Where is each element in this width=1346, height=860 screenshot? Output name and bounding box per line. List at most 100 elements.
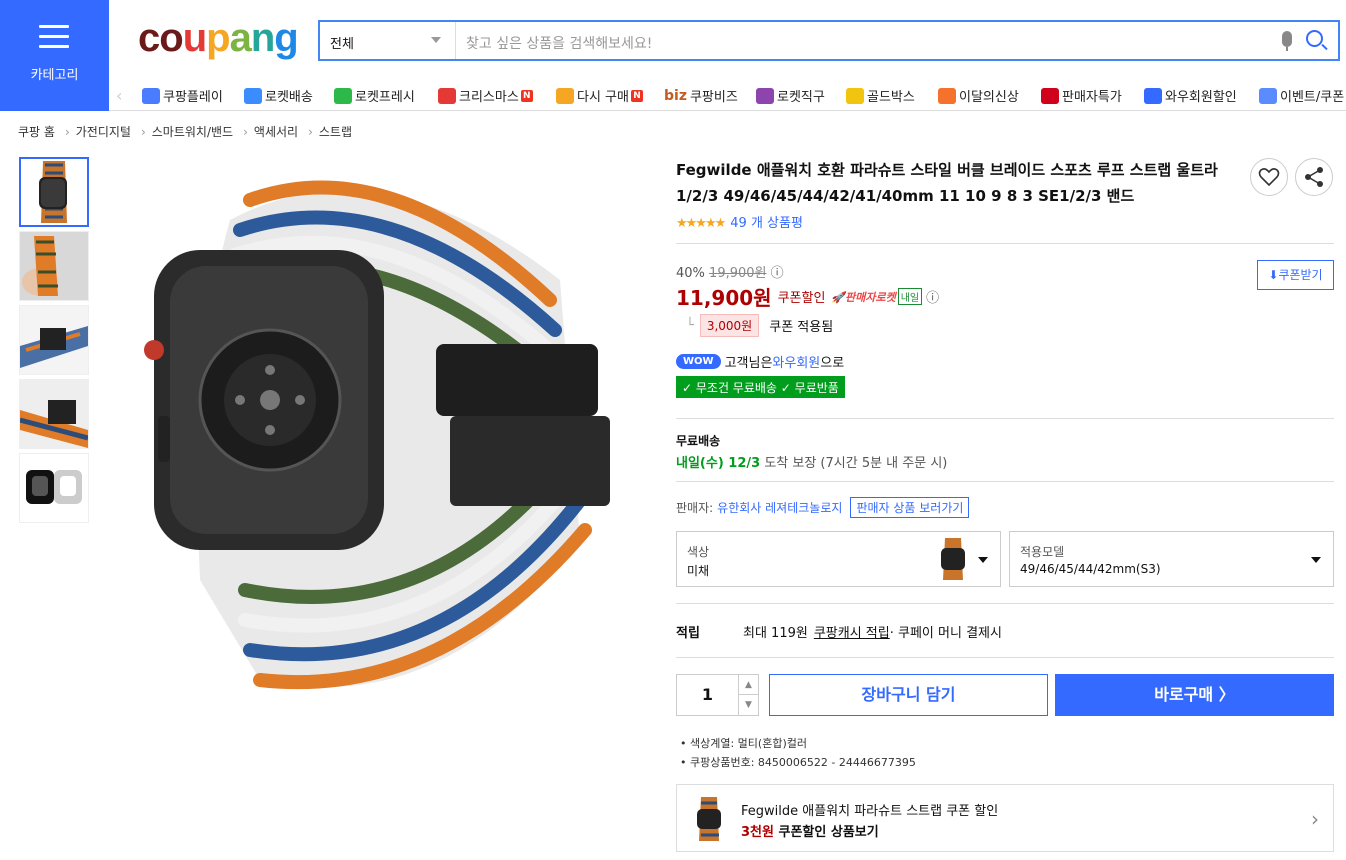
quantity-increase-button[interactable]: ▲ bbox=[738, 675, 758, 695]
rating-row[interactable]: ★★★★★ 49 개 상품평 bbox=[676, 212, 803, 231]
nav-item[interactable]: 이달의신상 bbox=[938, 86, 1019, 105]
share-button[interactable] bbox=[1295, 158, 1333, 196]
seller-row: 판매자: 유한회사 레져테크놀로지 판매자 상품 보러가기 bbox=[676, 497, 970, 518]
chevron-down-icon bbox=[431, 37, 441, 43]
rocket-icon bbox=[244, 87, 262, 104]
coupon-download-button[interactable]: ⬇쿠폰받기 bbox=[1257, 260, 1334, 290]
favorite-button[interactable] bbox=[1250, 158, 1288, 196]
thumbnail-4[interactable] bbox=[19, 379, 89, 449]
chevron-right-icon: › bbox=[140, 125, 146, 139]
add-to-cart-button[interactable]: 장바구니 담기 bbox=[769, 674, 1048, 716]
breadcrumb-item[interactable]: 쿠팡 홈 bbox=[18, 125, 55, 139]
thumbnail-5[interactable] bbox=[19, 453, 89, 523]
coupon-icon bbox=[1259, 87, 1277, 104]
list-item: 쿠팡상품번호: 8450006522 - 24446677395 bbox=[680, 753, 916, 772]
nav-item-label: 로켓직구 bbox=[777, 90, 825, 105]
biz-icon: biz bbox=[664, 87, 687, 104]
thumbnail-2[interactable] bbox=[19, 231, 89, 301]
promo-thumbnail bbox=[697, 797, 721, 841]
nav-item-label: 로켓프레시 bbox=[355, 90, 415, 105]
thumbnail-3[interactable] bbox=[19, 305, 89, 375]
share-icon bbox=[1305, 167, 1323, 187]
color-option-select[interactable]: 색상 미채 bbox=[676, 531, 1001, 587]
breadcrumb-item[interactable]: 스마트워치/밴드 bbox=[152, 125, 233, 139]
thumbnail-list bbox=[19, 157, 89, 527]
wow-text-suffix: 으로 bbox=[820, 356, 845, 371]
nav-item[interactable]: 와우회원할인 bbox=[1144, 86, 1237, 105]
nav-item[interactable]: 크리스마스 N bbox=[438, 86, 533, 105]
sale-price: 11,900원 bbox=[676, 286, 772, 310]
thumbnail-1[interactable] bbox=[19, 157, 89, 227]
free-shipping-badge: ✓ 무조건 무료배송 ✓ 무료반품 bbox=[676, 376, 845, 398]
buy-now-button[interactable]: 바로구매 〉 bbox=[1055, 674, 1334, 716]
model-option-select[interactable]: 적용모델 49/46/45/44/42mm(S3) bbox=[1009, 531, 1334, 587]
wow-badge: WOW bbox=[676, 354, 721, 369]
rocket-fresh-icon bbox=[334, 87, 352, 104]
search-input[interactable]: 찾고 싶은 상품을 검색해보세요! bbox=[466, 33, 652, 53]
seller-label: 판매자: bbox=[676, 501, 714, 515]
points-note: · 쿠페이 머니 결제시 bbox=[889, 626, 1002, 641]
nav-item[interactable]: 골드박스 bbox=[846, 86, 915, 105]
divider bbox=[676, 418, 1334, 419]
nav-item[interactable]: 쿠팡플레이 bbox=[142, 86, 223, 105]
house-icon bbox=[556, 87, 574, 104]
coupang-cash-link[interactable]: 쿠팡캐시 적립 bbox=[814, 622, 890, 641]
promo-subtitle: 3천원 쿠폰할인 상품보기 bbox=[741, 821, 879, 840]
header: 카테고리 coupang 전체 찾고 싶은 상품을 검색해보세요! ‹ 쿠팡플레… bbox=[0, 0, 1346, 111]
rating-stars-icon: ★★★★★ bbox=[676, 216, 726, 231]
chevron-right-icon: › bbox=[308, 125, 313, 139]
coupon-discount-label: 쿠폰할인 bbox=[777, 291, 826, 306]
product-info-list: 색상계열: 멀티(혼합)컬러 쿠팡상품번호: 8450006522 - 2444… bbox=[680, 734, 916, 772]
quantity-input[interactable]: 1 bbox=[677, 675, 738, 715]
wow-icon bbox=[1144, 87, 1162, 104]
nav-item-label: 판매자특가 bbox=[1062, 90, 1122, 105]
discount-rate: 40% bbox=[676, 266, 705, 281]
seller-products-button[interactable]: 판매자 상품 보러가기 bbox=[850, 497, 970, 518]
coupon-promo-box[interactable]: Fegwilde 애플워치 파라슈트 스트랩 쿠폰 할인 3천원 쿠폰할인 상품… bbox=[676, 784, 1334, 852]
coupon-download-label: 쿠폰받기 bbox=[1278, 268, 1323, 282]
category-menu-button[interactable]: 카테고리 bbox=[0, 0, 109, 111]
nav-item-label: 쿠팡플레이 bbox=[163, 90, 223, 105]
coupang-logo[interactable]: coupang bbox=[138, 16, 299, 61]
wow-member-link[interactable]: 와우회원 bbox=[772, 352, 820, 371]
nav-item-label: 다시 구매 bbox=[577, 90, 629, 105]
nav-item[interactable]: 판매자특가 bbox=[1041, 86, 1122, 105]
nav-prev-arrow-icon[interactable]: ‹ bbox=[116, 86, 122, 105]
seller-name-link[interactable]: 유한회사 레져테크놀로지 bbox=[717, 499, 842, 516]
search-category-select[interactable]: 전체 bbox=[320, 22, 456, 59]
info-icon[interactable]: ⓘ bbox=[926, 287, 939, 306]
nav-item[interactable]: 로켓프레시 bbox=[334, 86, 415, 105]
new-badge: N bbox=[630, 89, 643, 102]
product-title: Fegwilde 애플워치 호환 파라슈트 스타일 버클 브레이드 스포츠 루프… bbox=[676, 161, 1218, 205]
delivery-guarantee: 도착 보장 (7시간 5분 내 주문 시) bbox=[760, 456, 948, 471]
nav-item-label: 이벤트/쿠폰 bbox=[1280, 90, 1345, 105]
breadcrumb-item[interactable]: 가전디지털 bbox=[76, 125, 131, 139]
shipping-title: 무료배송 bbox=[676, 434, 721, 448]
indent-icon: └ bbox=[686, 318, 694, 333]
seller-rocket-label: 판매자로켓 bbox=[845, 290, 896, 304]
coupon-applied-text: 쿠폰 적용됨 bbox=[769, 320, 834, 335]
info-icon[interactable]: ⓘ bbox=[771, 266, 784, 281]
new-badge: N bbox=[520, 89, 533, 102]
play-icon bbox=[142, 87, 160, 104]
search-icon[interactable] bbox=[1306, 30, 1323, 47]
quantity-stepper: 1 ▲ ▼ bbox=[676, 674, 759, 716]
microphone-icon[interactable] bbox=[1282, 31, 1292, 51]
breadcrumb-item[interactable]: 스트랩 bbox=[319, 125, 352, 139]
divider bbox=[676, 481, 1334, 482]
nav-item[interactable]: 로켓직구 bbox=[756, 86, 825, 105]
seller-rocket-badge: 🚀판매자로켓 bbox=[831, 290, 896, 304]
percent-icon bbox=[1041, 87, 1059, 104]
quantity-decrease-button[interactable]: ▼ bbox=[738, 695, 758, 715]
divider bbox=[676, 243, 1334, 244]
price-row: 11,900원 쿠폰할인 🚀판매자로켓 내일 ⓘ bbox=[676, 282, 939, 311]
promo-amount: 3천원 bbox=[741, 825, 774, 840]
nav-item[interactable]: biz 쿠팡비즈 bbox=[664, 86, 738, 106]
nav-item[interactable]: 이벤트/쿠폰 bbox=[1259, 86, 1344, 105]
search-bar: 전체 찾고 싶은 상품을 검색해보세요! bbox=[318, 20, 1340, 61]
nav-item[interactable]: 다시 구매 N bbox=[556, 86, 643, 105]
nav-item[interactable]: 로켓배송 bbox=[244, 86, 313, 105]
breadcrumb-item[interactable]: 액세서리 bbox=[254, 125, 298, 139]
review-count-link[interactable]: 49 개 상품평 bbox=[730, 216, 803, 231]
search-category-value: 전체 bbox=[330, 37, 354, 52]
